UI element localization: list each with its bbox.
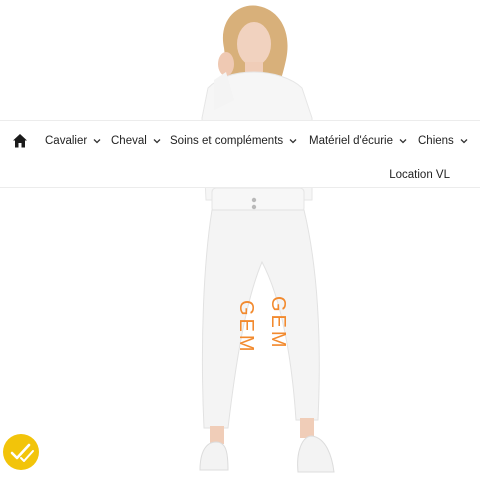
nav-item-label: Cheval [111, 135, 147, 147]
nav-item-location-vl[interactable]: Location VL [389, 167, 450, 183]
home-icon[interactable] [12, 133, 28, 149]
nav-item-soins[interactable]: Soins et compléments [170, 133, 297, 149]
nav-item-chiens[interactable]: Chiens [418, 133, 468, 149]
chevron-down-icon [93, 139, 101, 144]
nav-item-materiel[interactable]: Matériel d'écurie [309, 133, 407, 149]
chevron-down-icon [460, 139, 468, 144]
model-face [237, 22, 271, 66]
nav-item-label: Cavalier [45, 135, 88, 147]
checkmark-badge-icon [10, 443, 34, 462]
product-photo: GEM GEM [199, 5, 335, 473]
right-sneaker [297, 435, 335, 473]
chevron-down-icon [289, 139, 297, 144]
nav-item-label: Chiens [418, 135, 454, 147]
main-navigation: Cavalier Cheval Soins et compléments Mat… [0, 120, 480, 188]
chevron-down-icon [153, 139, 161, 144]
breeches-waistband [211, 187, 305, 213]
nav-item-label: Soins et compléments [170, 135, 284, 147]
nav-item-cavalier[interactable]: Cavalier [45, 133, 101, 149]
breeches-print-left: GEM [235, 300, 257, 355]
breeches-print-right: GEM [267, 296, 289, 351]
nav-item-label: Matériel d'écurie [309, 135, 394, 147]
left-sneaker [199, 441, 229, 471]
nav-row-primary: Cavalier Cheval Soins et compléments Mat… [0, 121, 480, 161]
review-badge[interactable] [3, 434, 39, 470]
chevron-down-icon [399, 139, 407, 144]
nav-item-cheval[interactable]: Cheval [111, 133, 161, 149]
breeches [201, 209, 320, 429]
